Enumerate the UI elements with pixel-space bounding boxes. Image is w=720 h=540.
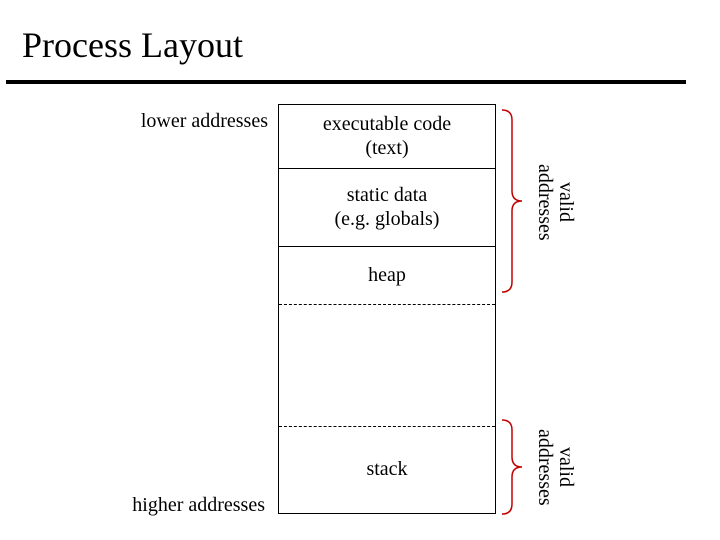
segment-heap: heap — [279, 247, 495, 305]
bracket-upper-icon — [500, 108, 524, 294]
higher-addresses-label: higher addresses — [110, 494, 265, 517]
memory-layout-diagram: executable code (text) static data (e.g.… — [278, 104, 496, 514]
valid-addresses-label-lower: validaddresses — [534, 414, 576, 520]
segment-text-line2: (text) — [365, 137, 408, 159]
segment-static-line2: (e.g. globals) — [335, 208, 440, 230]
valid-addresses-label-upper: validaddresses — [534, 146, 576, 258]
segment-heap-label: heap — [368, 264, 406, 288]
bracket-lower-icon — [500, 418, 524, 516]
segment-text-line1: executable code — [323, 113, 451, 135]
segment-static-data: static data (e.g. globals) — [279, 169, 495, 247]
lower-addresses-label: lower addresses — [128, 110, 268, 133]
segment-stack-label: stack — [366, 458, 407, 482]
segment-text: executable code (text) — [279, 105, 495, 169]
segment-stack: stack — [279, 427, 495, 513]
title-rule — [6, 80, 686, 84]
segment-gap — [279, 305, 495, 427]
page-title: Process Layout — [22, 24, 243, 66]
segment-static-line1: static data — [347, 184, 428, 206]
